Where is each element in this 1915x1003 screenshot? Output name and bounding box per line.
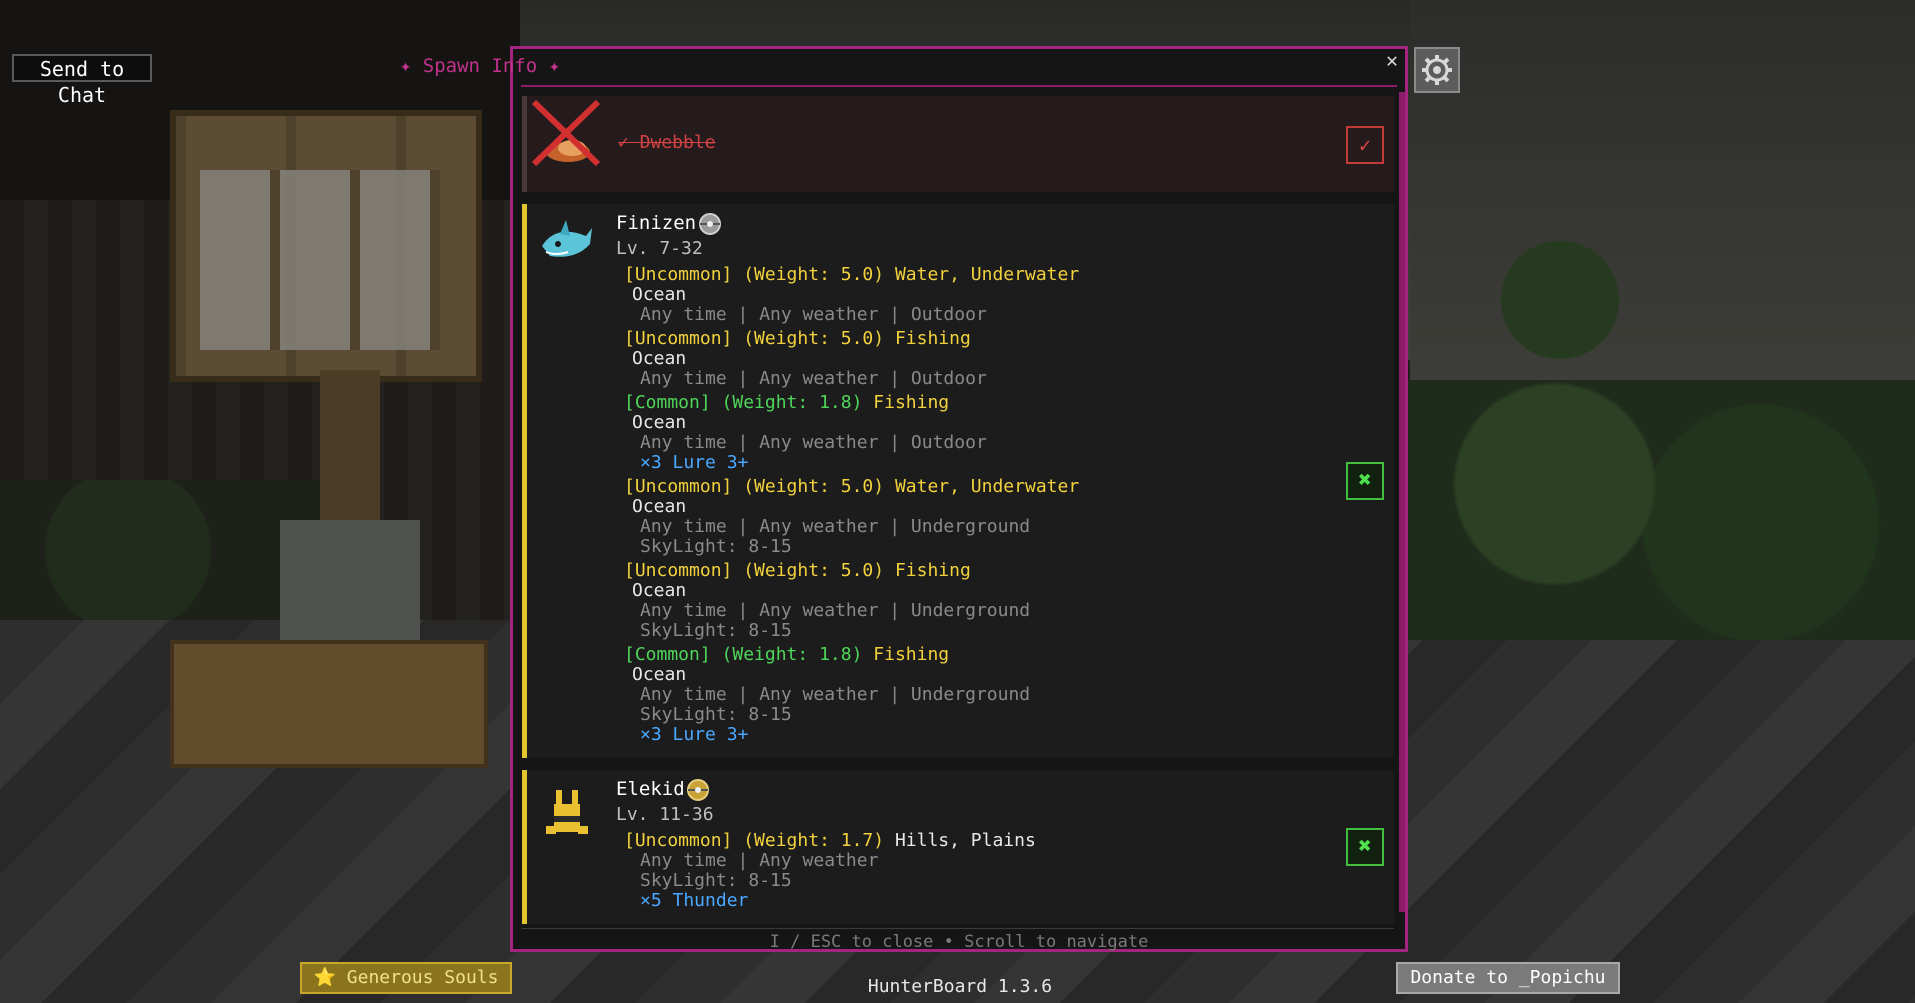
star-icon: ✦ [399,55,412,77]
panel-title: ✦ Spawn Info ✦ [370,52,590,80]
spawn-biome: Ocean [632,348,687,369]
spawn-time-weather: Any time | Any weather | Outdoor [640,304,987,325]
spawn-condition: [Uncommon] (Weight: 5.0) Fishing [624,328,971,349]
pokemon-level: Lv. 11-36 [616,804,714,825]
toggle-caught-button[interactable]: ✖ [1346,828,1384,866]
spawn-condition: [Common] (Weight: 1.8) Fishing [624,392,950,413]
spawn-biome: Ocean [632,664,687,685]
spawn-condition: [Common] (Weight: 1.8) Fishing [624,644,950,665]
pokemon-level: Lv. 7-32 [616,238,703,259]
spawn-time-weather: Any time | Any weather | Underground [640,516,1031,537]
pokeball-icon [699,213,721,235]
spawn-condition: [Uncommon] (Weight: 5.0) Water, Underwat… [624,476,1080,497]
spawn-time-weather: Any time | Any weather | Underground [640,600,1031,621]
dwebble-caught-icon [531,99,601,167]
panel-footer-hint: I / ESC to close • Scroll to navigate [769,932,1149,952]
caught-checkbox[interactable]: ✓ [1346,126,1384,164]
version-label: HunterBoard 1.3.6 [867,976,1053,997]
footer-divider [522,928,1394,929]
settings-gear-button[interactable] [1414,47,1460,93]
spawn-time-weather: Any time | Any weather | Outdoor [640,368,987,389]
pokeball-icon [687,779,709,801]
spawn-condition: [Uncommon] (Weight: 1.7) Hills, Plains [624,830,1036,851]
close-button[interactable]: ✕ [1382,48,1402,72]
generous-souls-button[interactable]: ⭐ Generous Souls [300,962,512,994]
donate-button[interactable]: Donate to _Popichu [1396,962,1620,994]
spawn-biome: Ocean [632,496,687,517]
spawn-condition: [Uncommon] (Weight: 5.0) Water, Underwat… [624,264,1080,285]
toggle-caught-button[interactable]: ✖ [1346,462,1384,500]
finizen-sprite-icon [542,220,592,257]
spawn-skylight: SkyLight: 8-15 [640,870,792,891]
panel-header [521,53,1397,87]
spawn-bait: ×3 Lure 3+ [640,724,749,745]
gear-icon [1422,55,1452,85]
entry-name: ✓ Dwebble [618,132,716,153]
panel-title-text: Spawn Info [422,55,538,77]
spawn-biome: Ocean [632,412,687,433]
spawn-bait: ×3 Lure 3+ [640,452,749,473]
spawn-time-weather: Any time | Any weather [640,850,879,871]
elekid-sprite-icon [546,790,588,834]
spawn-skylight: SkyLight: 8-15 [640,536,792,557]
panel-scrollbar[interactable] [1399,92,1405,912]
spawn-biome: Ocean [632,284,687,305]
spawn-time-weather: Any time | Any weather | Underground [640,684,1031,705]
spawn-skylight: SkyLight: 8-15 [640,704,792,725]
star-icon: ✦ [548,55,561,77]
send-to-chat-button[interactable]: Send to Chat [12,54,152,107]
spawn-condition: [Uncommon] (Weight: 5.0) Fishing [624,560,971,581]
pokemon-name: Finizen [616,212,697,234]
pokemon-name: Elekid [616,778,685,800]
spawn-skylight: SkyLight: 8-15 [640,620,792,641]
spawn-biome: Ocean [632,580,687,601]
spawn-bait: ×5 Thunder [640,890,749,911]
spawn-time-weather: Any time | Any weather | Outdoor [640,432,987,453]
